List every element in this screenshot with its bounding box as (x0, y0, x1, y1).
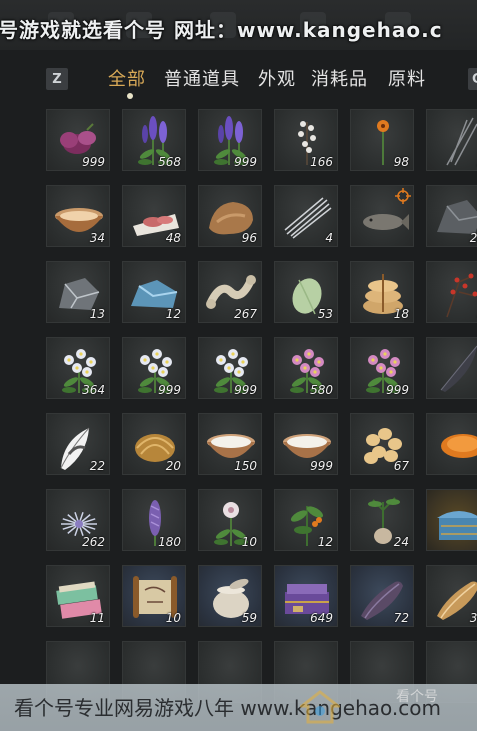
item-quantity: 24 (393, 535, 409, 549)
orange-disc-icon (441, 434, 477, 458)
item-quantity: 180 (158, 535, 181, 549)
inventory-slot[interactable]: 96 (198, 185, 262, 247)
tab-consumables[interactable]: 消耗品 (311, 65, 368, 91)
item-quantity: 364 (82, 383, 105, 397)
inventory-slot[interactable]: 267 (198, 261, 262, 323)
blue-box-icon (437, 511, 477, 540)
tab-normal-items[interactable]: 普通道具 (164, 65, 240, 91)
watermark-logo-icon (300, 690, 340, 724)
inventory-slot[interactable]: 59 (198, 565, 262, 627)
inventory-slot[interactable]: 999 (198, 109, 262, 171)
inventory-slot[interactable]: 999 (350, 337, 414, 399)
inventory-slot[interactable]: 649 (274, 565, 338, 627)
inventory-slot[interactable]: 12 (122, 261, 186, 323)
tab-all[interactable]: 全部 (108, 65, 146, 91)
inventory-slot[interactable]: 34 (46, 185, 110, 247)
inventory-slot[interactable] (426, 337, 477, 399)
inventory-slot[interactable]: 67 (350, 413, 414, 475)
inventory-slot[interactable]: 11 (46, 565, 110, 627)
item-quantity: 999 (82, 155, 105, 169)
item-quantity: 48 (165, 231, 181, 245)
inventory-slot[interactable]: 3 (426, 261, 477, 323)
inventory-slot[interactable]: 999 (46, 109, 110, 171)
bottom-watermark-banner: 看个号专业网易游戏八年 www.kangehao.com 看个号 (0, 684, 477, 731)
inventory-slot[interactable]: 262 (46, 489, 110, 551)
item-quantity: 999 (386, 383, 409, 397)
item-quantity: 22 (469, 231, 477, 245)
item-quantity: 59 (241, 611, 257, 625)
crosshair-icon (395, 188, 411, 204)
inventory-slot[interactable]: 180 (122, 489, 186, 551)
inventory-slot[interactable]: 20 (122, 413, 186, 475)
tab-appearance[interactable]: 外观 (258, 65, 296, 91)
item-quantity: 580 (310, 383, 333, 397)
inventory-slot[interactable]: 999 (274, 413, 338, 475)
inventory-slot[interactable]: 10 (122, 565, 186, 627)
inventory-slot[interactable]: 364 (46, 337, 110, 399)
inventory-slot[interactable]: 13 (46, 261, 110, 323)
watermark-logo-text: 看个号 (396, 689, 438, 705)
item-quantity: 18 (393, 307, 409, 321)
top-watermark-text: 号游戏就选看个号 网址：www.kangehao.c (0, 18, 443, 42)
item-quantity: 649 (310, 611, 333, 625)
tab-materials[interactable]: 原料 (388, 65, 426, 91)
category-tab-bar: Z 全部 普通道具 外观 消耗品 原料 C (0, 58, 477, 98)
inventory-slot[interactable]: 31 (426, 565, 477, 627)
inventory-slot[interactable] (350, 185, 414, 247)
inventory-slot[interactable]: 10 (198, 489, 262, 551)
item-quantity: 31 (469, 611, 477, 625)
item-quantity: 20 (165, 459, 181, 473)
inventory-slot[interactable]: 4 (274, 185, 338, 247)
next-tab-hotkey[interactable]: C (468, 68, 477, 90)
red-berries-icon (446, 273, 477, 318)
item-quantity: 166 (310, 155, 333, 169)
inventory-slot[interactable]: 999 (122, 337, 186, 399)
item-quantity: 999 (234, 155, 257, 169)
item-quantity: 67 (393, 459, 409, 473)
item-quantity: 22 (89, 459, 105, 473)
dark-feather-icon (440, 345, 477, 392)
item-quantity: 4 (325, 231, 333, 245)
item-quantity: 267 (234, 307, 257, 321)
item-quantity: 568 (158, 155, 181, 169)
item-quantity: 999 (158, 383, 181, 397)
item-quantity: 10 (165, 611, 181, 625)
bottom-watermark-text: 看个号专业网易游戏八年 www.kangehao.com (14, 696, 442, 720)
inventory-slot[interactable]: 166 (274, 109, 338, 171)
item-quantity: 98 (393, 155, 409, 169)
inventory-slot[interactable]: 22 (426, 185, 477, 247)
inventory-slot[interactable]: 98 (350, 109, 414, 171)
inventory-slot[interactable]: 12 (274, 489, 338, 551)
inventory-slot[interactable]: 7 (426, 413, 477, 475)
inventory-slot[interactable]: 2 (426, 109, 477, 171)
inventory-slot[interactable]: 24 (350, 489, 414, 551)
item-quantity: 150 (234, 459, 257, 473)
item-quantity: 72 (393, 611, 409, 625)
top-watermark-banner: 号游戏就选看个号 网址：www.kangehao.c (0, 0, 477, 50)
item-quantity: 12 (317, 535, 333, 549)
inventory-slot[interactable]: 48 (122, 185, 186, 247)
inventory-slot[interactable] (426, 489, 477, 551)
item-quantity: 999 (234, 383, 257, 397)
item-quantity: 53 (317, 307, 333, 321)
grey-herb-icon (446, 117, 477, 166)
inventory-slot[interactable]: 150 (198, 413, 262, 475)
item-quantity: 11 (89, 611, 105, 625)
item-quantity: 10 (241, 535, 257, 549)
item-quantity: 96 (241, 231, 257, 245)
inventory-slot[interactable]: 72 (350, 565, 414, 627)
item-quantity: 262 (82, 535, 105, 549)
inventory-slot[interactable]: 53 (274, 261, 338, 323)
item-quantity: 13 (89, 307, 105, 321)
inventory-slot[interactable]: 580 (274, 337, 338, 399)
item-quantity: 12 (165, 307, 181, 321)
inventory-slot[interactable]: 999 (198, 337, 262, 399)
item-quantity: 999 (310, 459, 333, 473)
inventory-slot[interactable]: 22 (46, 413, 110, 475)
prev-tab-hotkey[interactable]: Z (46, 68, 68, 90)
item-quantity: 34 (89, 231, 105, 245)
inventory-slot[interactable]: 18 (350, 261, 414, 323)
inventory-slot[interactable]: 568 (122, 109, 186, 171)
